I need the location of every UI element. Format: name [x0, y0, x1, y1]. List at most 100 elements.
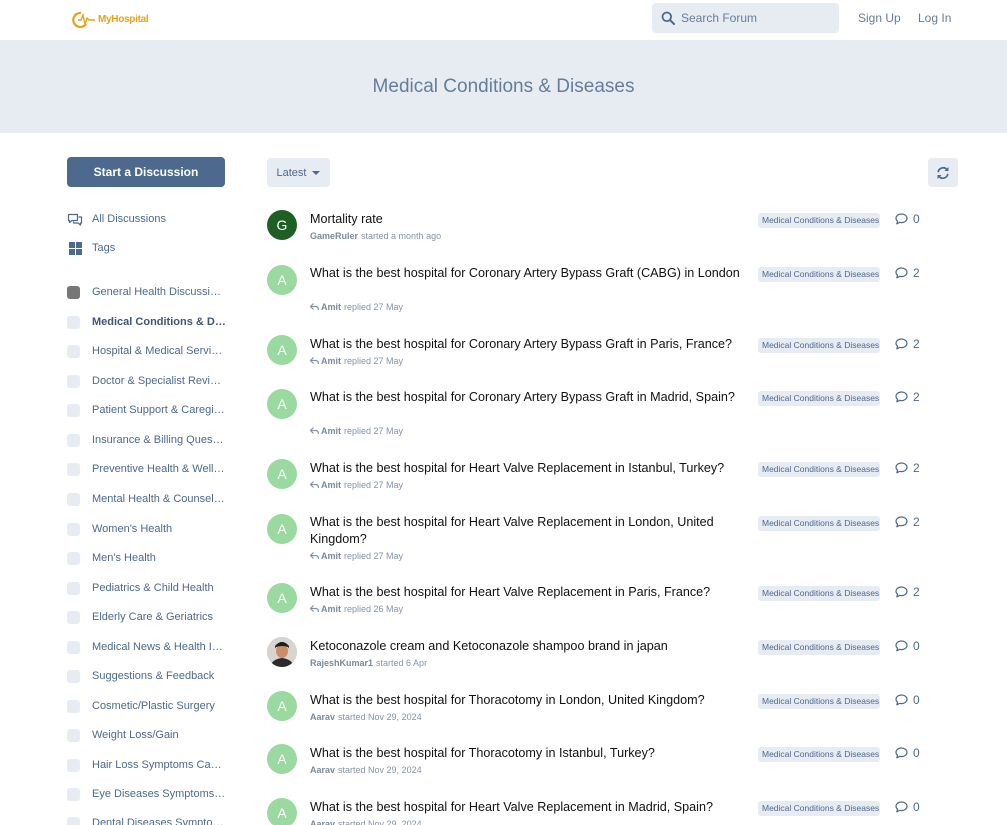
discussion-tag-badge[interactable]: Medical Conditions & Diseases [758, 801, 880, 816]
nav-tags[interactable]: Tags [67, 238, 115, 258]
reply-count: 0 [895, 212, 920, 226]
user-avatar[interactable]: A [267, 514, 297, 544]
discussion-item[interactable]: A What is the best hospital for Thoracoto… [267, 744, 967, 778]
discussion-tag-badge[interactable]: Medical Conditions & Diseases [758, 338, 880, 353]
sidebar-tag-item[interactable]: Medical News & Health Innovations [67, 637, 226, 657]
comment-icon [895, 747, 908, 759]
discussion-title[interactable]: What is the best hospital for Coronary A… [310, 265, 752, 282]
discussion-item[interactable]: A What is the best hospital for Coronary … [267, 265, 967, 315]
sidebar-tag-item[interactable]: Weight Loss/Gain [67, 725, 226, 745]
search-input[interactable] [681, 11, 831, 25]
reply-count-value: 0 [913, 693, 920, 707]
discussion-author[interactable]: Amit [321, 426, 341, 436]
refresh-button[interactable] [928, 158, 958, 187]
discussion-author[interactable]: Amit [321, 480, 341, 490]
sidebar-tag-item[interactable]: Women's Health [67, 519, 226, 539]
discussion-tag-badge[interactable]: Medical Conditions & Diseases [758, 267, 880, 282]
sidebar-tag-item[interactable]: Pediatrics & Child Health [67, 578, 226, 598]
discussion-tag-badge[interactable]: Medical Conditions & Diseases [758, 694, 880, 709]
discussion-tag-badge[interactable]: Medical Conditions & Diseases [758, 586, 880, 601]
sign-up-link[interactable]: Sign Up [858, 11, 901, 25]
sidebar-tag-item[interactable]: Doctor & Specialist Reviews [67, 371, 226, 391]
discussion-title[interactable]: What is the best hospital for Coronary A… [310, 336, 752, 353]
reply-icon [310, 303, 319, 311]
user-avatar[interactable]: A [267, 389, 297, 419]
sidebar-tag-item[interactable]: Eye Diseases Symptoms Causes [67, 784, 226, 804]
user-avatar[interactable]: A [267, 744, 297, 774]
nav-all-discussions[interactable]: All Discussions [67, 209, 166, 229]
sidebar-tag-item[interactable]: Insurance & Billing Questions [67, 430, 226, 450]
discussion-meta: GameRuler started a month ago [310, 231, 441, 241]
user-avatar[interactable]: A [267, 265, 297, 295]
sidebar-tag-item[interactable]: Suggestions & Feedback [67, 666, 226, 686]
sidebar-tag-item[interactable]: Men's Health [67, 548, 226, 568]
user-avatar[interactable]: A [267, 335, 297, 365]
discussion-tag-badge[interactable]: Medical Conditions & Diseases [758, 213, 880, 228]
discussion-item[interactable]: A What is the best hospital for Heart Val… [267, 459, 967, 493]
discussion-title[interactable]: Ketoconazole cream and Ketoconazole sham… [310, 638, 752, 655]
discussion-title[interactable]: What is the best hospital for Coronary A… [310, 389, 752, 406]
discussion-item[interactable]: A What is the best hospital for Coronary … [267, 389, 967, 439]
discussion-tag-badge[interactable]: Medical Conditions & Diseases [758, 462, 880, 477]
discussion-tag-badge[interactable]: Medical Conditions & Diseases [758, 391, 880, 406]
discussion-title[interactable]: What is the best hospital for Heart Valv… [310, 460, 752, 477]
reply-icon [310, 481, 319, 489]
user-avatar[interactable]: A [267, 459, 297, 489]
discussion-author[interactable]: Aarav [310, 819, 335, 825]
sidebar-tag-item[interactable]: Medical Conditions & Diseases [67, 312, 226, 332]
tag-color-swatch [67, 344, 80, 358]
discussion-title[interactable]: What is the best hospital for Thoracotom… [310, 745, 752, 762]
sidebar-tag-label: Women's Health [92, 523, 173, 535]
discussion-item[interactable]: A What is the best hospital for Heart Val… [267, 798, 967, 825]
discussion-author[interactable]: Aarav [310, 765, 335, 775]
user-avatar[interactable] [267, 637, 297, 667]
discussion-activity: replied 27 May [344, 480, 404, 490]
discussion-tag-badge[interactable]: Medical Conditions & Diseases [758, 516, 880, 531]
discussion-title[interactable]: What is the best hospital for Thoracotom… [310, 692, 752, 709]
reply-icon [310, 357, 319, 365]
sidebar-tag-item[interactable]: Elderly Care & Geriatrics [67, 607, 226, 627]
discussion-item[interactable]: Ketoconazole cream and Ketoconazole sham… [267, 637, 967, 671]
start-discussion-button[interactable]: Start a Discussion [67, 157, 225, 187]
discussion-title[interactable]: What is the best hospital for Heart Valv… [310, 514, 752, 548]
user-avatar[interactable]: G [267, 210, 297, 240]
discussion-title[interactable]: What is the best hospital for Heart Valv… [310, 799, 752, 816]
discussion-item[interactable]: A What is the best hospital for Heart Val… [267, 514, 967, 564]
discussion-author[interactable]: Amit [321, 604, 341, 614]
sidebar-tag-item[interactable]: Dental Diseases Symptoms [67, 813, 226, 825]
discussion-item[interactable]: G Mortality rate GameRuler started a month … [267, 210, 967, 244]
sidebar-tag-item[interactable]: General Health Discussions [67, 282, 226, 302]
user-avatar[interactable]: A [267, 583, 297, 613]
sort-dropdown[interactable]: Latest [267, 158, 330, 187]
tag-color-swatch [67, 610, 80, 624]
user-avatar[interactable]: A [267, 798, 297, 825]
discussion-author[interactable]: Amit [321, 356, 341, 366]
tag-color-swatch [67, 581, 80, 595]
user-avatar[interactable]: A [267, 691, 297, 721]
discussion-activity: replied 27 May [344, 356, 404, 366]
sidebar-tag-item[interactable]: Preventive Health & Wellness [67, 459, 226, 479]
logo[interactable]: MyHospital [72, 10, 149, 28]
discussion-title[interactable]: What is the best hospital for Heart Valv… [310, 584, 752, 601]
discussion-item[interactable]: A What is the best hospital for Thoracoto… [267, 691, 967, 725]
sidebar-tag-item[interactable]: Hospital & Medical Services [67, 341, 226, 361]
sidebar-tag-item[interactable]: Patient Support & Caregiving [67, 400, 226, 420]
discussion-activity: started 6 Apr [376, 658, 428, 668]
discussion-item[interactable]: A What is the best hospital for Coronary … [267, 335, 967, 369]
discussion-title[interactable]: Mortality rate [310, 211, 752, 228]
discussion-author[interactable]: Amit [321, 551, 341, 561]
discussion-item[interactable]: A What is the best hospital for Heart Val… [267, 583, 967, 617]
discussion-author[interactable]: RajeshKumar1 [310, 658, 373, 668]
discussion-author[interactable]: GameRuler [310, 231, 358, 241]
sidebar-tag-item[interactable]: Cosmetic/Plastic Surgery [67, 696, 226, 716]
discussion-tag-badge[interactable]: Medical Conditions & Diseases [758, 640, 880, 655]
log-in-link[interactable]: Log In [918, 11, 951, 25]
search-box[interactable] [652, 3, 839, 33]
sidebar-tag-item[interactable]: Hair Loss Symptoms Causes [67, 755, 226, 775]
tag-color-swatch [67, 551, 80, 565]
discussion-meta: Aarav started Nov 29, 2024 [310, 765, 422, 775]
discussion-tag-badge[interactable]: Medical Conditions & Diseases [758, 747, 880, 762]
discussion-author[interactable]: Aarav [310, 712, 335, 722]
sidebar-tag-item[interactable]: Mental Health & Counseling [67, 489, 226, 509]
discussion-author[interactable]: Amit [321, 302, 341, 312]
